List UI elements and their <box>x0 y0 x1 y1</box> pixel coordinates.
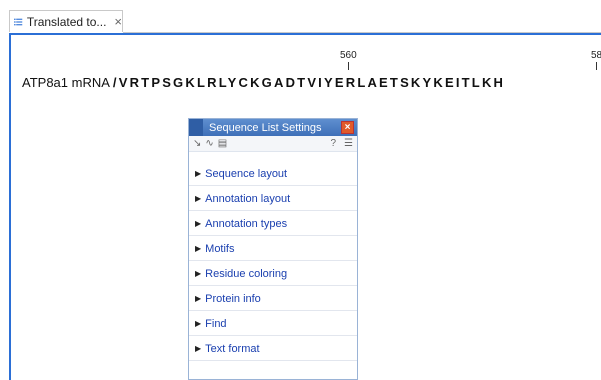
sequence-name: ATP8a1 mRNA <box>22 75 110 90</box>
expand-triangle-icon: ▶ <box>195 219 202 228</box>
section-label: Text format <box>205 342 260 355</box>
ruler-label-58x: 58 <box>591 50 601 61</box>
ruler-tick-560 <box>348 62 349 70</box>
section-protein-info[interactable]: ▶ Protein info <box>189 287 357 311</box>
ruler-tick-58x <box>596 62 597 70</box>
section-label: Sequence layout <box>205 167 288 180</box>
drag-handle-icon[interactable] <box>189 119 203 136</box>
panel-toolbar: ↘ ∿ ▤ ? ☰ <box>189 136 357 152</box>
panel-title: Sequence List Settings <box>209 121 322 134</box>
section-residue-coloring[interactable]: ▶ Residue coloring <box>189 262 357 286</box>
expand-triangle-icon: ▶ <box>195 344 202 353</box>
close-icon[interactable]: × <box>341 121 354 134</box>
table-icon[interactable]: ▤ <box>218 138 227 149</box>
section-motifs[interactable]: ▶ Motifs <box>189 237 357 261</box>
section-label: Protein info <box>205 292 261 305</box>
section-label: Residue coloring <box>205 267 288 280</box>
section-find[interactable]: ▶ Find <box>189 312 357 336</box>
sequence-list-settings-panel: Sequence List Settings × ↘ ∿ ▤ ? ☰ ▶ Seq… <box>188 118 358 380</box>
section-label: Motifs <box>205 242 235 255</box>
expand-triangle-icon: ▶ <box>195 319 202 328</box>
close-icon[interactable]: × <box>114 14 122 29</box>
section-label: Annotation layout <box>205 192 291 205</box>
tab-translated[interactable]: Translated to... × <box>9 10 123 32</box>
pointer-icon[interactable]: ↘ <box>193 138 201 149</box>
help-icon[interactable]: ? <box>330 138 336 149</box>
list-icon <box>14 18 23 25</box>
section-annotation-layout[interactable]: ▶ Annotation layout <box>189 187 357 211</box>
ruler-label-560: 560 <box>340 50 357 61</box>
expand-triangle-icon: ▶ <box>195 194 202 203</box>
sequence-residues[interactable]: /VRTPSGKLRLYCKGADTVIYERLAETSKYKEITLKH <box>113 75 505 90</box>
expand-triangle-icon: ▶ <box>195 269 202 278</box>
tab-bar: Translated to... × <box>0 0 601 33</box>
wave-icon[interactable]: ∿ <box>205 138 213 149</box>
section-annotation-types[interactable]: ▶ Annotation types <box>189 212 357 236</box>
sequence-row[interactable]: ATP8a1 mRNA/VRTPSGKLRLYCKGADTVIYERLAETSK… <box>22 75 505 95</box>
section-label: Annotation types <box>205 217 288 230</box>
panel-title-bar[interactable]: Sequence List Settings × <box>189 119 357 136</box>
expand-triangle-icon: ▶ <box>195 294 202 303</box>
menu-icon[interactable]: ☰ <box>344 138 353 149</box>
section-text-format[interactable]: ▶ Text format <box>189 337 357 361</box>
expand-triangle-icon: ▶ <box>195 169 202 178</box>
section-label: Find <box>205 317 227 330</box>
tab-label: Translated to... <box>26 14 107 29</box>
section-sequence-layout[interactable]: ▶ Sequence layout <box>189 162 357 186</box>
expand-triangle-icon: ▶ <box>195 244 202 253</box>
